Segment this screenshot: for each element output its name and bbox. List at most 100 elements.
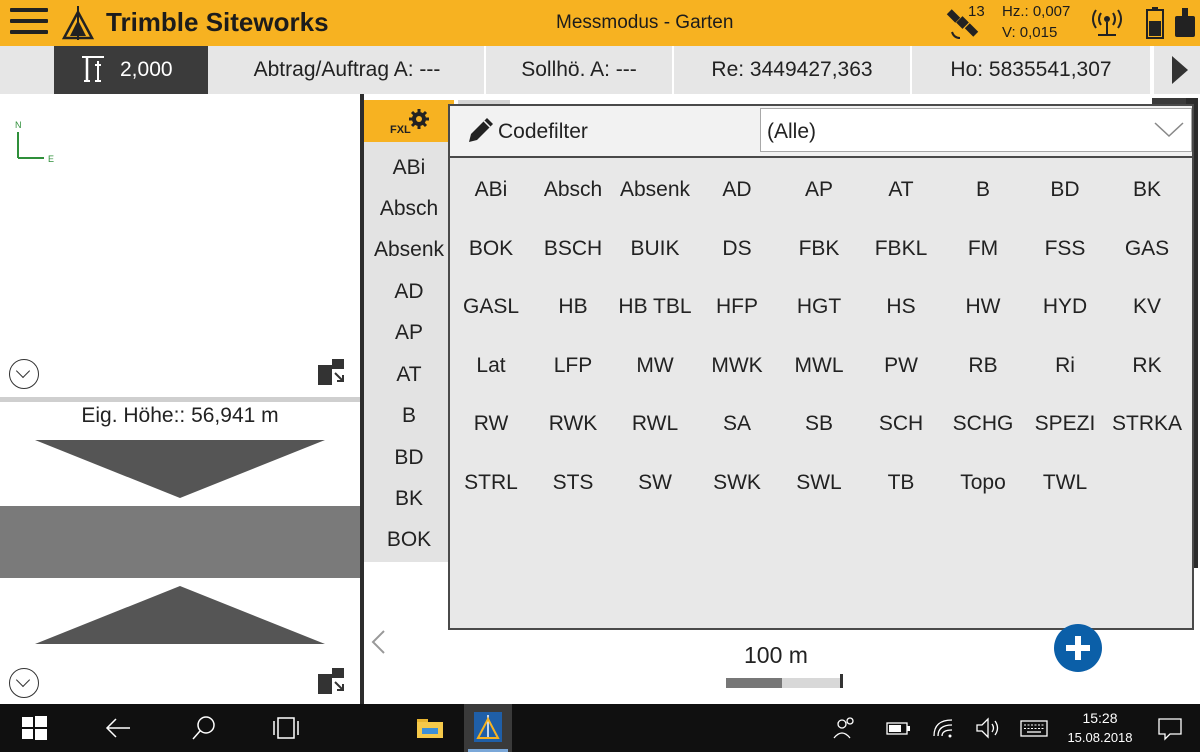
easting-readout[interactable]: Re: 3449427,363	[674, 46, 912, 94]
battery-tray-icon[interactable]	[884, 714, 912, 742]
code-button[interactable]: BK	[1106, 170, 1188, 210]
code-button[interactable]: SW	[614, 463, 696, 503]
code-list-item[interactable]: BOK	[364, 528, 454, 552]
radio-signal-icon[interactable]	[1090, 8, 1124, 38]
code-button[interactable]: SCHG	[942, 404, 1024, 444]
code-button[interactable]: HW	[942, 287, 1024, 327]
code-button[interactable]: RWK	[532, 404, 614, 444]
code-button[interactable]: BD	[1024, 170, 1106, 210]
code-button[interactable]: SPEZI	[1024, 404, 1106, 444]
code-button[interactable]: DS	[696, 229, 778, 269]
code-button[interactable]: HFP	[696, 287, 778, 327]
code-button[interactable]: STRKA	[1106, 404, 1188, 444]
gnss-receiver-icon[interactable]	[1174, 8, 1196, 38]
code-button[interactable]: B	[942, 170, 1024, 210]
code-button[interactable]: FBK	[778, 229, 860, 269]
collapse-map-button[interactable]	[9, 359, 39, 389]
add-code-button[interactable]	[1054, 624, 1102, 672]
code-button[interactable]: AP	[778, 170, 860, 210]
code-button[interactable]: MWK	[696, 346, 778, 386]
code-button[interactable]: TB	[860, 463, 942, 503]
code-button[interactable]: GAS	[1106, 229, 1188, 269]
code-button[interactable]: HB	[532, 287, 614, 327]
code-button[interactable]: PW	[860, 346, 942, 386]
code-button[interactable]: HGT	[778, 287, 860, 327]
battery-icon[interactable]	[1146, 7, 1164, 39]
wifi-icon[interactable]	[930, 714, 958, 742]
code-button[interactable]: LFP	[532, 346, 614, 386]
search-icon[interactable]	[190, 714, 218, 742]
code-button[interactable]: STS	[532, 463, 614, 503]
code-button[interactable]: MWL	[778, 346, 860, 386]
map-pane[interactable]: N E Eig. Höhe:: 56,941 m	[0, 94, 360, 704]
code-list-item[interactable]: BK	[364, 487, 454, 511]
pencil-icon[interactable]	[466, 115, 496, 145]
code-button[interactable]: BOK	[450, 229, 532, 269]
northing-readout[interactable]: Ho: 5835541,307	[912, 46, 1152, 94]
code-button[interactable]: Ri	[1024, 346, 1106, 386]
code-button[interactable]: Absch	[532, 170, 614, 210]
task-view-icon[interactable]	[272, 714, 300, 742]
siteworks-taskbar-button[interactable]	[464, 704, 512, 752]
code-button[interactable]: HYD	[1024, 287, 1106, 327]
code-button[interactable]: STRL	[450, 463, 532, 503]
menu-icon[interactable]	[10, 8, 50, 38]
code-button[interactable]: ABi	[450, 170, 532, 210]
code-list-item[interactable]: Absch	[364, 197, 454, 221]
file-explorer-taskbar-button[interactable]	[406, 704, 454, 752]
satellite-count: 13	[968, 3, 985, 20]
notifications-icon[interactable]	[1156, 714, 1184, 742]
code-button[interactable]: Topo	[942, 463, 1024, 503]
back-arrow-icon[interactable]	[104, 714, 132, 742]
code-button[interactable]: SWK	[696, 463, 778, 503]
code-button[interactable]: Lat	[450, 346, 532, 386]
cut-fill-readout[interactable]: Abtrag/Auftrag A: ---	[210, 46, 486, 94]
code-list-item[interactable]: BD	[364, 446, 454, 470]
code-button[interactable]: MW	[614, 346, 696, 386]
code-button[interactable]: RB	[942, 346, 1024, 386]
code-button[interactable]: GASL	[450, 287, 532, 327]
expand-indicator-icon[interactable]	[318, 666, 346, 694]
codefilter-dropdown[interactable]: (Alle)	[760, 108, 1192, 152]
measure-mode-title[interactable]: Messmodus - Garten	[556, 12, 733, 34]
code-button[interactable]: FM	[942, 229, 1024, 269]
windows-start-icon[interactable]	[20, 714, 48, 742]
code-button[interactable]: BSCH	[532, 229, 614, 269]
collapse-indicator-button[interactable]	[9, 668, 39, 698]
code-button[interactable]: HB TBL	[614, 287, 696, 327]
code-button[interactable]: RWL	[614, 404, 696, 444]
pane-divider[interactable]	[0, 397, 360, 402]
design-height-readout[interactable]: Sollhö. A: ---	[486, 46, 674, 94]
code-list-item[interactable]: AT	[364, 363, 454, 387]
code-list-item[interactable]: AP	[364, 321, 454, 345]
code-button[interactable]: RK	[1106, 346, 1188, 386]
code-button[interactable]: SA	[696, 404, 778, 444]
code-button[interactable]: Absenk	[614, 170, 696, 210]
code-button[interactable]: AD	[696, 170, 778, 210]
code-button[interactable]: RW	[450, 404, 532, 444]
code-list-item[interactable]: AD	[364, 280, 454, 304]
code-button[interactable]: FSS	[1024, 229, 1106, 269]
volume-icon[interactable]	[974, 714, 1002, 742]
code-button[interactable]: SWL	[778, 463, 860, 503]
code-button[interactable]: SCH	[860, 404, 942, 444]
code-list-item[interactable]: ABi	[364, 156, 454, 180]
code-button[interactable]: BUIK	[614, 229, 696, 269]
infobar-next-button[interactable]	[1152, 46, 1200, 94]
code-list-item[interactable]: Absenk	[364, 238, 454, 262]
people-icon[interactable]	[830, 714, 858, 742]
code-button[interactable]: FBKL	[860, 229, 942, 269]
rod-height-chip[interactable]: 2,000	[54, 46, 208, 94]
keyboard-icon[interactable]	[1020, 714, 1048, 742]
code-button[interactable]: AT	[860, 170, 942, 210]
clock-date[interactable]: 15.08.2018	[1058, 730, 1142, 745]
code-button[interactable]: TWL	[1024, 463, 1106, 503]
code-list-item[interactable]: B	[364, 404, 454, 428]
chevron-left-icon[interactable]	[368, 628, 388, 656]
code-button[interactable]: KV	[1106, 287, 1188, 327]
code-button[interactable]: HS	[860, 287, 942, 327]
clock-time[interactable]: 15:28	[1070, 710, 1130, 726]
code-button[interactable]: SB	[778, 404, 860, 444]
fxl-tab[interactable]: FXL	[364, 100, 454, 142]
expand-map-icon[interactable]	[318, 357, 346, 385]
